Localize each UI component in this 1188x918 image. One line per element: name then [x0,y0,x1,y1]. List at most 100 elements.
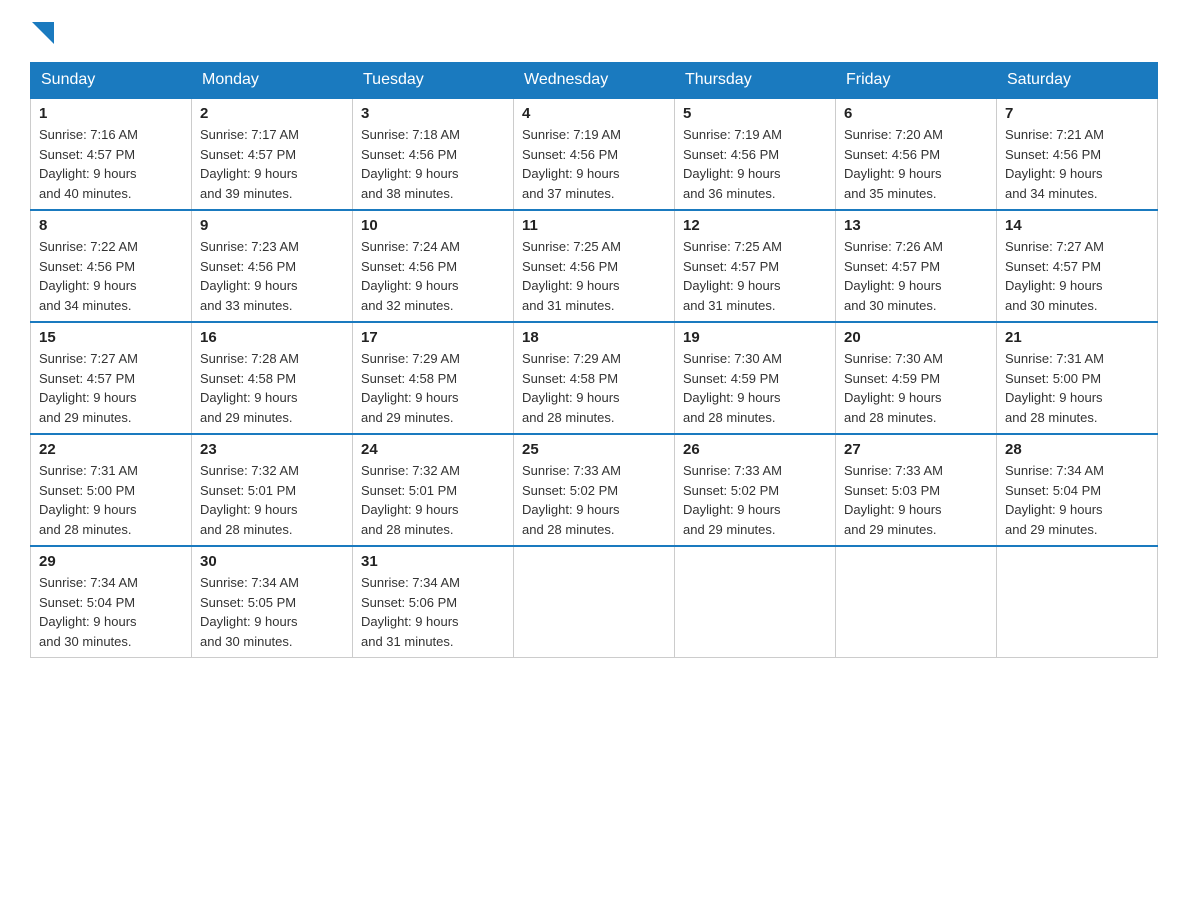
day-info: Sunrise: 7:34 AMSunset: 5:04 PMDaylight:… [39,575,138,649]
day-number: 28 [1005,441,1149,458]
day-cell: 9 Sunrise: 7:23 AMSunset: 4:56 PMDayligh… [192,210,353,322]
day-number: 7 [1005,105,1149,122]
day-number: 9 [200,217,344,234]
day-info: Sunrise: 7:33 AMSunset: 5:02 PMDaylight:… [522,463,621,537]
day-number: 22 [39,441,183,458]
day-cell: 27 Sunrise: 7:33 AMSunset: 5:03 PMDaylig… [836,434,997,546]
day-cell: 15 Sunrise: 7:27 AMSunset: 4:57 PMDaylig… [31,322,192,434]
weekday-header-sunday: Sunday [31,63,192,99]
day-info: Sunrise: 7:32 AMSunset: 5:01 PMDaylight:… [361,463,460,537]
day-info: Sunrise: 7:24 AMSunset: 4:56 PMDaylight:… [361,239,460,313]
day-cell: 2 Sunrise: 7:17 AMSunset: 4:57 PMDayligh… [192,98,353,210]
day-number: 11 [522,217,666,234]
day-info: Sunrise: 7:18 AMSunset: 4:56 PMDaylight:… [361,127,460,201]
day-cell [997,546,1158,658]
day-cell: 20 Sunrise: 7:30 AMSunset: 4:59 PMDaylig… [836,322,997,434]
day-info: Sunrise: 7:29 AMSunset: 4:58 PMDaylight:… [361,351,460,425]
day-number: 1 [39,105,183,122]
day-cell: 24 Sunrise: 7:32 AMSunset: 5:01 PMDaylig… [353,434,514,546]
day-cell: 5 Sunrise: 7:19 AMSunset: 4:56 PMDayligh… [675,98,836,210]
day-cell: 4 Sunrise: 7:19 AMSunset: 4:56 PMDayligh… [514,98,675,210]
day-cell: 12 Sunrise: 7:25 AMSunset: 4:57 PMDaylig… [675,210,836,322]
day-info: Sunrise: 7:17 AMSunset: 4:57 PMDaylight:… [200,127,299,201]
day-number: 5 [683,105,827,122]
day-cell: 23 Sunrise: 7:32 AMSunset: 5:01 PMDaylig… [192,434,353,546]
day-info: Sunrise: 7:34 AMSunset: 5:06 PMDaylight:… [361,575,460,649]
day-number: 12 [683,217,827,234]
day-number: 3 [361,105,505,122]
day-number: 8 [39,217,183,234]
day-info: Sunrise: 7:31 AMSunset: 5:00 PMDaylight:… [1005,351,1104,425]
day-number: 23 [200,441,344,458]
day-info: Sunrise: 7:33 AMSunset: 5:03 PMDaylight:… [844,463,943,537]
day-info: Sunrise: 7:29 AMSunset: 4:58 PMDaylight:… [522,351,621,425]
day-cell: 1 Sunrise: 7:16 AMSunset: 4:57 PMDayligh… [31,98,192,210]
week-row-3: 15 Sunrise: 7:27 AMSunset: 4:57 PMDaylig… [31,322,1158,434]
day-number: 6 [844,105,988,122]
day-info: Sunrise: 7:32 AMSunset: 5:01 PMDaylight:… [200,463,299,537]
day-info: Sunrise: 7:22 AMSunset: 4:56 PMDaylight:… [39,239,138,313]
calendar-table: SundayMondayTuesdayWednesdayThursdayFrid… [30,62,1158,658]
day-number: 25 [522,441,666,458]
day-number: 27 [844,441,988,458]
week-row-2: 8 Sunrise: 7:22 AMSunset: 4:56 PMDayligh… [31,210,1158,322]
week-row-5: 29 Sunrise: 7:34 AMSunset: 5:04 PMDaylig… [31,546,1158,658]
day-cell [514,546,675,658]
day-info: Sunrise: 7:33 AMSunset: 5:02 PMDaylight:… [683,463,782,537]
day-cell: 11 Sunrise: 7:25 AMSunset: 4:56 PMDaylig… [514,210,675,322]
logo [30,20,54,44]
day-number: 19 [683,329,827,346]
day-info: Sunrise: 7:19 AMSunset: 4:56 PMDaylight:… [683,127,782,201]
day-info: Sunrise: 7:26 AMSunset: 4:57 PMDaylight:… [844,239,943,313]
day-number: 10 [361,217,505,234]
weekday-header-friday: Friday [836,63,997,99]
day-info: Sunrise: 7:16 AMSunset: 4:57 PMDaylight:… [39,127,138,201]
weekday-header-saturday: Saturday [997,63,1158,99]
day-number: 16 [200,329,344,346]
day-number: 26 [683,441,827,458]
day-info: Sunrise: 7:28 AMSunset: 4:58 PMDaylight:… [200,351,299,425]
day-info: Sunrise: 7:30 AMSunset: 4:59 PMDaylight:… [844,351,943,425]
day-cell: 13 Sunrise: 7:26 AMSunset: 4:57 PMDaylig… [836,210,997,322]
day-cell: 31 Sunrise: 7:34 AMSunset: 5:06 PMDaylig… [353,546,514,658]
day-number: 20 [844,329,988,346]
day-number: 24 [361,441,505,458]
day-cell: 3 Sunrise: 7:18 AMSunset: 4:56 PMDayligh… [353,98,514,210]
day-number: 15 [39,329,183,346]
day-info: Sunrise: 7:23 AMSunset: 4:56 PMDaylight:… [200,239,299,313]
day-number: 18 [522,329,666,346]
day-cell: 26 Sunrise: 7:33 AMSunset: 5:02 PMDaylig… [675,434,836,546]
week-row-1: 1 Sunrise: 7:16 AMSunset: 4:57 PMDayligh… [31,98,1158,210]
day-number: 4 [522,105,666,122]
day-cell: 18 Sunrise: 7:29 AMSunset: 4:58 PMDaylig… [514,322,675,434]
day-cell: 28 Sunrise: 7:34 AMSunset: 5:04 PMDaylig… [997,434,1158,546]
day-info: Sunrise: 7:31 AMSunset: 5:00 PMDaylight:… [39,463,138,537]
day-cell: 22 Sunrise: 7:31 AMSunset: 5:00 PMDaylig… [31,434,192,546]
day-number: 2 [200,105,344,122]
day-number: 30 [200,553,344,570]
day-number: 13 [844,217,988,234]
day-info: Sunrise: 7:27 AMSunset: 4:57 PMDaylight:… [39,351,138,425]
day-cell: 25 Sunrise: 7:33 AMSunset: 5:02 PMDaylig… [514,434,675,546]
day-info: Sunrise: 7:21 AMSunset: 4:56 PMDaylight:… [1005,127,1104,201]
page-header [30,20,1158,44]
weekday-header-thursday: Thursday [675,63,836,99]
weekday-header-monday: Monday [192,63,353,99]
day-info: Sunrise: 7:34 AMSunset: 5:04 PMDaylight:… [1005,463,1104,537]
day-cell: 30 Sunrise: 7:34 AMSunset: 5:05 PMDaylig… [192,546,353,658]
day-number: 21 [1005,329,1149,346]
day-cell: 14 Sunrise: 7:27 AMSunset: 4:57 PMDaylig… [997,210,1158,322]
day-number: 17 [361,329,505,346]
day-cell: 17 Sunrise: 7:29 AMSunset: 4:58 PMDaylig… [353,322,514,434]
weekday-header-wednesday: Wednesday [514,63,675,99]
day-cell: 10 Sunrise: 7:24 AMSunset: 4:56 PMDaylig… [353,210,514,322]
day-info: Sunrise: 7:27 AMSunset: 4:57 PMDaylight:… [1005,239,1104,313]
day-info: Sunrise: 7:19 AMSunset: 4:56 PMDaylight:… [522,127,621,201]
logo-triangle-icon [32,22,54,44]
day-number: 29 [39,553,183,570]
day-number: 31 [361,553,505,570]
weekday-header-row: SundayMondayTuesdayWednesdayThursdayFrid… [31,63,1158,99]
day-info: Sunrise: 7:25 AMSunset: 4:56 PMDaylight:… [522,239,621,313]
day-info: Sunrise: 7:25 AMSunset: 4:57 PMDaylight:… [683,239,782,313]
day-info: Sunrise: 7:30 AMSunset: 4:59 PMDaylight:… [683,351,782,425]
